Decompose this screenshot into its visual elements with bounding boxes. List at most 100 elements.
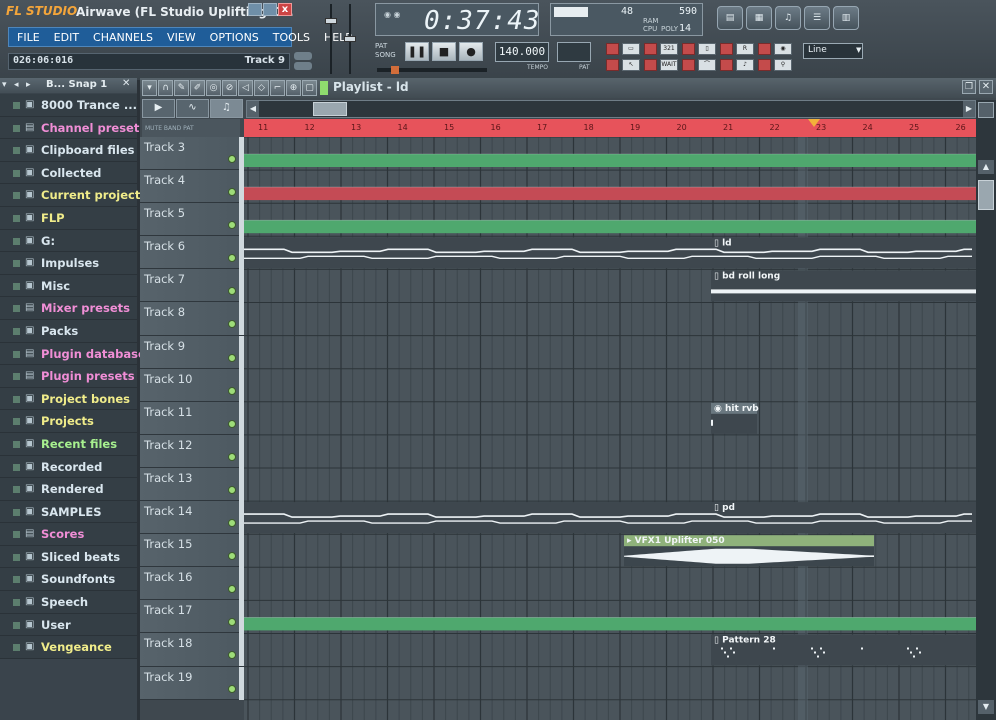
- scroll-toggle[interactable]: [758, 43, 771, 55]
- timeline-ruler[interactable]: 11 12 13 14 15 16 17 18 19 20 21 22 23 24 25 26: [244, 119, 976, 137]
- browser-menu-icon[interactable]: ▾: [2, 80, 7, 90]
- scroll-right-icon[interactable]: ▶: [963, 101, 975, 117]
- browser-item[interactable]: ▣ Recorded: [0, 455, 137, 479]
- track-header[interactable]: Track 19: [140, 666, 244, 700]
- browser-item[interactable]: ▣ Rendered: [0, 478, 137, 501]
- countdown-icon[interactable]: 321: [660, 43, 678, 55]
- menu-tools[interactable]: TOOLS: [267, 29, 316, 45]
- expand-icon[interactable]: [13, 553, 20, 561]
- track-mute-led[interactable]: [228, 452, 236, 461]
- slider-knob[interactable]: [344, 36, 356, 42]
- browser-item[interactable]: ▣ Speech: [0, 591, 137, 614]
- expand-icon[interactable]: [13, 644, 20, 652]
- playback-icon[interactable]: ▢: [302, 80, 317, 96]
- expand-icon[interactable]: [13, 102, 20, 109]
- multilink-toggle[interactable]: [644, 59, 657, 71]
- wait-icon[interactable]: ▯: [698, 43, 716, 55]
- playlist-window-icon[interactable]: ▤: [717, 6, 743, 30]
- track-mute-led[interactable]: [228, 618, 236, 627]
- browser-item[interactable]: ▤ Plugin presets: [0, 365, 137, 388]
- expand-icon[interactable]: [13, 350, 20, 358]
- track-mute-led[interactable]: [228, 419, 236, 428]
- expand-icon[interactable]: [13, 305, 20, 313]
- menu-options[interactable]: OPTIONS: [204, 29, 265, 45]
- r-icon[interactable]: R: [736, 43, 754, 55]
- track-mute-led[interactable]: [228, 485, 236, 494]
- expand-icon[interactable]: [13, 418, 20, 426]
- master-pitch-slider[interactable]: [344, 4, 356, 74]
- expand-icon[interactable]: [13, 463, 20, 471]
- track-header[interactable]: Track 8: [140, 302, 244, 336]
- track-header[interactable]: Track 12: [140, 434, 244, 468]
- menu-channels[interactable]: CHANNELS: [87, 29, 159, 45]
- track-mute-led[interactable]: [228, 221, 236, 230]
- track-mute-led[interactable]: [228, 552, 236, 561]
- time-display[interactable]: ◉ ◉ 0:37:43: [375, 3, 540, 36]
- playlist-grid[interactable]: ▯ ld ▯ bd roll long ◉ hit rvb ▯ pd ▸ VFX1 Up…: [244, 137, 976, 720]
- input-icon[interactable]: [294, 62, 312, 70]
- delete-icon[interactable]: ◎: [206, 80, 221, 96]
- track-header[interactable]: Track 10: [140, 368, 244, 402]
- menu-view[interactable]: VIEW: [161, 29, 202, 45]
- expand-icon[interactable]: [13, 282, 20, 290]
- select-icon[interactable]: ⌐: [270, 80, 285, 96]
- record-audio-toggle[interactable]: [720, 59, 733, 71]
- person-icon[interactable]: ⚲: [774, 59, 792, 71]
- track-mute-led[interactable]: [228, 519, 236, 528]
- browser-item[interactable]: ▣ Current project: [0, 184, 140, 207]
- song-position-bar[interactable]: [377, 66, 487, 74]
- maximize-icon[interactable]: ❐: [962, 80, 976, 94]
- browser-item[interactable]: ▣ Collected: [0, 161, 137, 185]
- expand-icon[interactable]: [13, 508, 20, 516]
- track-mute-led[interactable]: [228, 320, 236, 329]
- typing-keyboard-icon[interactable]: ▭: [622, 43, 640, 55]
- pat-song-toggle[interactable]: PAT SONG: [375, 42, 396, 60]
- magnet-icon[interactable]: ∩: [158, 80, 173, 96]
- minimize-button[interactable]: [248, 3, 262, 16]
- expand-icon[interactable]: [13, 192, 20, 200]
- pause-button[interactable]: ❚❚: [405, 42, 429, 61]
- zoom-icon[interactable]: ⊕: [286, 80, 301, 96]
- track-header[interactable]: Track 18: [140, 633, 244, 667]
- track-header[interactable]: Track 13: [140, 467, 244, 502]
- scroll-left-icon[interactable]: ◀: [247, 101, 259, 117]
- expand-icon[interactable]: [13, 260, 20, 268]
- metronome-toggle[interactable]: [606, 43, 619, 55]
- brush-icon[interactable]: ✐: [190, 80, 205, 96]
- slip-icon[interactable]: ◁: [238, 80, 253, 96]
- snap-select[interactable]: Line ▼: [803, 43, 863, 59]
- step-edit-toggle[interactable]: [644, 43, 657, 55]
- track-header[interactable]: Track 7: [140, 269, 244, 303]
- browser-item[interactable]: ▣ Soundfonts: [0, 568, 137, 592]
- song-clip-band[interactable]: [244, 220, 976, 234]
- tempo-display[interactable]: 140.000: [495, 42, 549, 62]
- track-header[interactable]: Track 3: [140, 137, 244, 171]
- note-icon[interactable]: ♪: [736, 59, 754, 71]
- tab-pattern-clips[interactable]: ▶: [142, 99, 175, 118]
- browser-item[interactable]: ▣ Vengeance: [0, 636, 137, 659]
- browser-window-icon[interactable]: ☰: [804, 6, 830, 30]
- track-mute-led[interactable]: [228, 287, 236, 296]
- browser-item[interactable]: ▣ Misc: [0, 274, 137, 298]
- browser-item[interactable]: ▣ SAMPLES: [0, 500, 137, 524]
- expand-icon[interactable]: [13, 373, 20, 381]
- expand-icon[interactable]: [13, 395, 20, 403]
- scroll-up-icon[interactable]: ▲: [978, 160, 994, 174]
- browser-item[interactable]: ▣ Projects: [0, 410, 137, 433]
- browser-item[interactable]: ▣ Impulses: [0, 252, 137, 275]
- song-clip-band[interactable]: [244, 154, 976, 167]
- eye-icon[interactable]: ◉: [774, 43, 792, 55]
- pointer-icon[interactable]: ↖: [622, 59, 640, 71]
- pattern-selector[interactable]: [557, 42, 591, 62]
- song-clip-band[interactable]: [244, 617, 976, 631]
- slider-knob[interactable]: [325, 18, 337, 24]
- browser-item[interactable]: ▣ 8000 Trance ...: [0, 94, 137, 117]
- browser-item[interactable]: ▤ Plugin database: [0, 342, 146, 366]
- track-header[interactable]: Track 9: [140, 335, 244, 369]
- browser-item[interactable]: ▣ User: [0, 613, 137, 637]
- wait-input-icon[interactable]: WAIT: [660, 59, 678, 71]
- automation-toggle[interactable]: [682, 59, 695, 71]
- maximize-button[interactable]: [263, 3, 277, 16]
- browser-item[interactable]: ▣ FLP: [0, 206, 137, 230]
- expand-icon[interactable]: [13, 327, 20, 335]
